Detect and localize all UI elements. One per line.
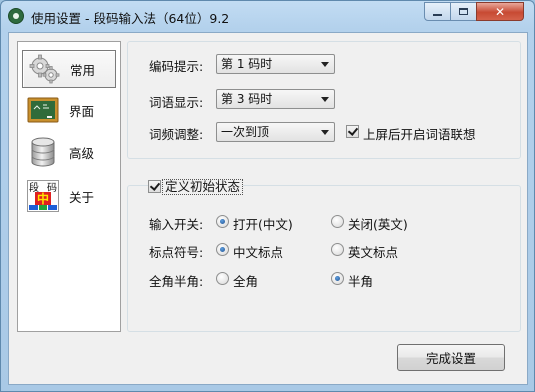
app-icon: [8, 8, 24, 24]
punctuation-chinese-radio[interactable]: [216, 243, 229, 256]
sidebar-nav: 常用 界面 高级 段 码 中 关于: [17, 41, 121, 332]
punctuation-chinese-label[interactable]: 中文标点: [233, 242, 283, 261]
logo-char-center: 中: [37, 191, 49, 206]
sidebar-item-advanced[interactable]: 高级: [22, 133, 116, 171]
association-checkbox[interactable]: [346, 125, 359, 138]
minimize-icon: [433, 13, 442, 16]
close-button[interactable]: ✕: [476, 2, 524, 21]
duanma-logo-icon: 段 码 中: [27, 180, 59, 212]
width-mode-label: 全角半角:: [149, 274, 204, 289]
width-half-radio[interactable]: [331, 272, 344, 285]
window-title: 使用设置 - 段码输入法（64位）9.2: [31, 11, 230, 26]
encode-hint-value: 第 1 码时: [221, 57, 273, 71]
input-switch-label: 输入开关:: [149, 217, 204, 232]
gears-icon: [28, 53, 60, 85]
sidebar-item-about[interactable]: 段 码 中 关于: [22, 177, 116, 215]
sidebar-item-label: 高级: [69, 145, 95, 161]
chevron-down-icon: [321, 97, 329, 102]
initial-state-checkbox[interactable]: [148, 180, 161, 193]
freq-adjust-select[interactable]: 一次到顶: [216, 122, 335, 142]
initial-state-caption[interactable]: 定义初始状态: [162, 179, 244, 195]
settings-window: 使用设置 - 段码输入法（64位）9.2 ✕ 常用 界面 高级 段 码 中 关于…: [0, 0, 535, 392]
encode-hint-select[interactable]: 第 1 码时: [216, 54, 335, 74]
client-area: 常用 界面 高级 段 码 中 关于 编码提示: 第 1 码时 词语显示: 第 3…: [8, 32, 528, 385]
punctuation-english-label[interactable]: 英文标点: [348, 242, 398, 261]
maximize-button[interactable]: [450, 2, 477, 21]
association-label[interactable]: 上屏后开启词语联想: [363, 124, 476, 143]
encode-hint-label: 编码提示:: [149, 59, 204, 74]
sidebar-item-interface[interactable]: 界面: [22, 91, 116, 129]
width-half-label[interactable]: 半角: [348, 271, 373, 290]
chevron-down-icon: [321, 62, 329, 67]
sidebar-item-label: 界面: [69, 103, 95, 119]
chevron-down-icon: [321, 130, 329, 135]
word-display-value: 第 3 码时: [221, 92, 273, 106]
sidebar-item-label: 关于: [69, 189, 95, 205]
sidebar-item-general[interactable]: 常用: [22, 50, 116, 88]
maximize-icon: [459, 8, 468, 15]
punctuation-label: 标点符号:: [149, 245, 204, 260]
finish-settings-button[interactable]: 完成设置: [397, 344, 505, 371]
minimize-button[interactable]: [424, 2, 451, 21]
word-display-label: 词语显示:: [149, 95, 204, 110]
database-icon: [27, 136, 59, 168]
sidebar-item-label: 常用: [70, 62, 96, 78]
width-full-label[interactable]: 全角: [233, 271, 258, 290]
width-full-radio[interactable]: [216, 272, 229, 285]
input-switch-english-radio[interactable]: [331, 215, 344, 228]
blackboard-icon: [27, 94, 59, 126]
close-icon: ✕: [494, 4, 506, 19]
input-switch-chinese-label[interactable]: 打开(中文): [233, 214, 293, 233]
punctuation-english-radio[interactable]: [331, 243, 344, 256]
freq-adjust-label: 词频调整:: [149, 127, 204, 142]
input-switch-english-label[interactable]: 关闭(英文): [348, 214, 408, 233]
title-bar[interactable]: 使用设置 - 段码输入法（64位）9.2 ✕: [1, 1, 534, 31]
freq-adjust-value: 一次到顶: [221, 125, 270, 139]
input-switch-chinese-radio[interactable]: [216, 215, 229, 228]
word-display-select[interactable]: 第 3 码时: [216, 89, 335, 109]
